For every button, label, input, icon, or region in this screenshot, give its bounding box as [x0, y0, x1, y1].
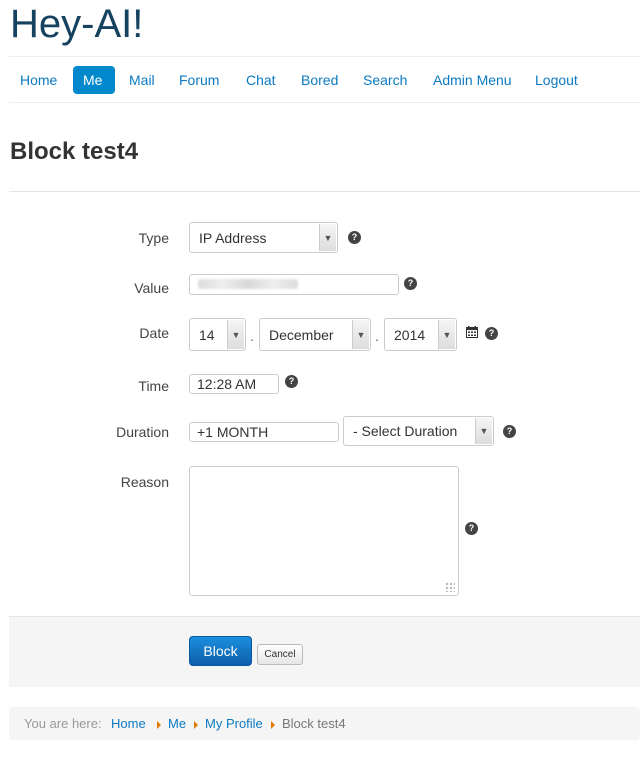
- help-icon[interactable]: ?: [503, 425, 516, 438]
- nav-item-me[interactable]: Me: [73, 66, 115, 94]
- help-icon[interactable]: ?: [348, 231, 361, 244]
- redacted-value: [198, 279, 298, 289]
- main-nav: Home Me Mail Forum Chat Bored Search Adm…: [9, 56, 640, 103]
- help-icon[interactable]: ?: [404, 277, 417, 290]
- nav-item-search[interactable]: Search: [353, 66, 417, 94]
- breadcrumb-item-me[interactable]: Me: [168, 716, 186, 731]
- duration-select[interactable]: - Select Duration ▼: [343, 416, 494, 446]
- duration-select-value: - Select Duration: [353, 423, 458, 439]
- month-select[interactable]: December ▼: [259, 318, 371, 351]
- nav-item-logout[interactable]: Logout: [525, 66, 588, 94]
- nav-item-admin-menu[interactable]: Admin Menu: [423, 66, 522, 94]
- duration-input-value: +1 MONTH: [197, 424, 269, 440]
- time-label: Time: [138, 378, 169, 394]
- breadcrumb-item-home[interactable]: Home: [111, 716, 146, 731]
- chevron-down-icon: ▼: [438, 320, 455, 349]
- type-label: Type: [138, 230, 169, 246]
- nav-item-chat[interactable]: Chat: [236, 66, 286, 94]
- duration-input[interactable]: +1 MONTH: [189, 422, 339, 442]
- time-input-value: 12:28 AM: [197, 376, 257, 392]
- time-input[interactable]: 12:28 AM: [189, 374, 279, 394]
- day-select-value: 14: [199, 326, 215, 343]
- date-separator: .: [250, 328, 254, 344]
- reason-textarea[interactable]: [189, 466, 459, 596]
- chevron-down-icon: ▼: [475, 418, 492, 444]
- day-select[interactable]: 14 ▼: [189, 318, 246, 351]
- cancel-button[interactable]: Cancel: [257, 644, 303, 665]
- resize-handle[interactable]: [445, 582, 455, 592]
- breadcrumb-current: Block test4: [282, 716, 346, 731]
- breadcrumb-prefix: You are here:: [24, 716, 102, 731]
- breadcrumb-arrow-icon: [157, 721, 161, 729]
- nav-item-mail[interactable]: Mail: [119, 66, 165, 94]
- chevron-down-icon: ▼: [352, 320, 369, 349]
- page-title: Block test4: [10, 138, 139, 165]
- site-title: Hey-AI!: [10, 2, 144, 46]
- help-icon[interactable]: ?: [485, 327, 498, 340]
- chevron-down-icon: ▼: [319, 224, 336, 251]
- type-select-value: IP Address: [199, 229, 267, 246]
- nav-item-home[interactable]: Home: [10, 66, 67, 94]
- value-label: Value: [134, 280, 169, 296]
- value-input[interactable]: [189, 274, 399, 295]
- reason-label: Reason: [120, 474, 169, 490]
- divider: [9, 191, 640, 192]
- date-label: Date: [139, 325, 169, 341]
- duration-label: Duration: [116, 424, 169, 440]
- form-actions-bar: [9, 616, 640, 687]
- year-select-value: 2014: [394, 326, 426, 343]
- calendar-icon[interactable]: [466, 326, 478, 338]
- help-icon[interactable]: ?: [285, 375, 298, 388]
- breadcrumb-arrow-icon: [271, 721, 275, 729]
- breadcrumb-arrow-icon: [194, 721, 198, 729]
- help-icon[interactable]: ?: [465, 522, 478, 535]
- date-separator: .: [375, 328, 379, 344]
- year-select[interactable]: 2014 ▼: [384, 318, 457, 351]
- nav-item-bored[interactable]: Bored: [291, 66, 348, 94]
- block-button[interactable]: Block: [189, 636, 252, 666]
- nav-item-forum[interactable]: Forum: [169, 66, 229, 94]
- breadcrumb-item-my-profile[interactable]: My Profile: [205, 716, 263, 731]
- chevron-down-icon: ▼: [227, 320, 244, 349]
- type-select[interactable]: IP Address ▼: [189, 222, 338, 253]
- breadcrumb: You are here: Home Me My Profile Block t…: [9, 707, 640, 740]
- month-select-value: December: [269, 326, 334, 343]
